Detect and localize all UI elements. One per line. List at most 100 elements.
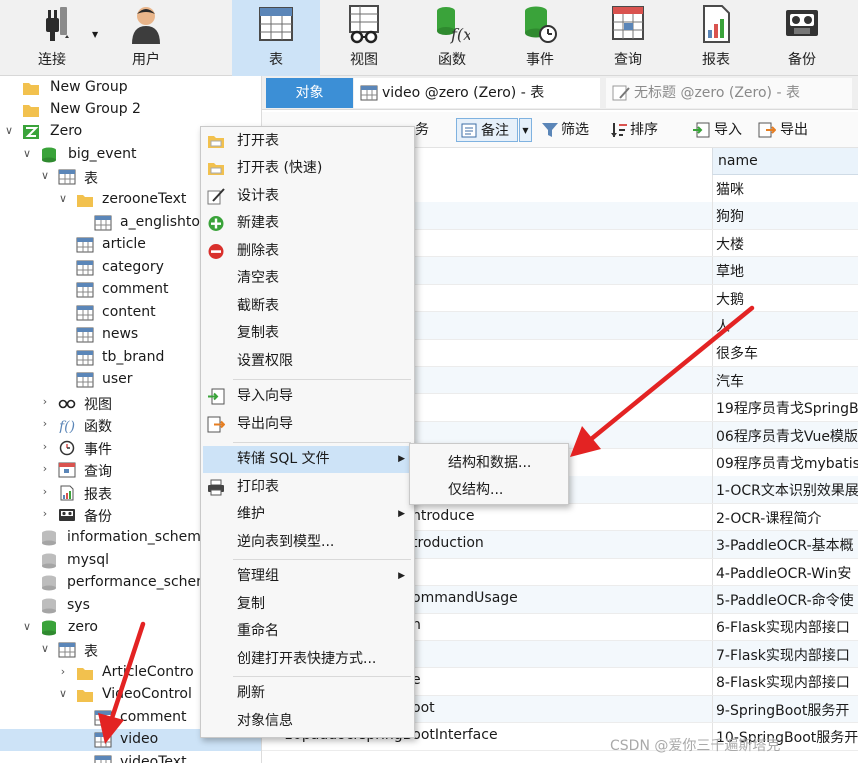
menu-item-permissions[interactable]: 设置权限	[203, 348, 413, 375]
tree-item-videotext[interactable]: videoText	[0, 752, 261, 763]
menu-item-export-wizard[interactable]: 导出向导	[203, 411, 413, 438]
menu-item-create-shortcut[interactable]: 创建打开表快捷方式...	[203, 646, 413, 673]
menu-item-import-wizard[interactable]: 导入向导	[203, 383, 413, 410]
chevron-down-icon[interactable]: ∨	[39, 169, 51, 183]
menu-item-manage-group[interactable]: 管理组 ▶	[203, 563, 413, 590]
table-cell-name[interactable]: 猫咪	[716, 179, 858, 199]
table-cell-name[interactable]: 7-Flask实现内部接口	[716, 645, 858, 665]
menu-item-design-table[interactable]: 设计表	[203, 183, 413, 210]
chevron-right-icon[interactable]: ›	[39, 395, 51, 409]
menu-item-refresh[interactable]: 刷新	[203, 680, 413, 707]
note-dropdown-icon[interactable]: ▼	[519, 118, 532, 142]
column-header-name[interactable]: name	[712, 148, 858, 175]
toolbar-report-button[interactable]: 报表	[672, 0, 760, 76]
chevron-right-icon[interactable]: ›	[39, 462, 51, 476]
sort-label: 排序	[630, 122, 658, 138]
chevron-down-icon[interactable]: ∨	[57, 192, 69, 206]
table-cell-name[interactable]: 2-OCR-课程简介	[716, 508, 858, 528]
toolbar-query-button[interactable]: 查询	[584, 0, 672, 76]
submenu-structure-and-data[interactable]: 结构和数据...	[448, 452, 531, 472]
menu-item-copy[interactable]: 复制	[203, 591, 413, 618]
menu-label: 导出向导	[237, 416, 293, 432]
menu-item-open-table[interactable]: 打开表	[203, 128, 413, 155]
menu-label: 重命名	[237, 623, 279, 639]
table-cell-name[interactable]: 8-Flask实现内部接口	[716, 672, 858, 692]
filter-button[interactable]: 筛选	[539, 118, 589, 142]
tree-item-label: information_schema	[67, 529, 210, 545]
connect-dropdown-icon[interactable]: ▼	[92, 30, 98, 39]
sort-button[interactable]: 排序	[608, 118, 658, 142]
user-icon	[132, 7, 160, 44]
chevron-right-icon[interactable]: ›	[39, 440, 51, 454]
submenu-structure-only[interactable]: 仅结构...	[448, 479, 503, 499]
table-cell-name[interactable]: 人	[716, 316, 858, 336]
chevron-down-icon[interactable]: ∨	[3, 124, 15, 138]
menu-item-new-table[interactable]: 新建表	[203, 210, 413, 237]
table-cell-name[interactable]: 3-PaddleOCR-基本概	[716, 535, 858, 555]
tree-item-new-group[interactable]: New Group	[0, 77, 261, 99]
table-cell-name[interactable]: 大楼	[716, 234, 858, 254]
chevron-down-icon[interactable]: ∨	[57, 687, 69, 701]
table-cell[interactable]: ommandUsage	[412, 590, 518, 606]
column-divider	[712, 229, 713, 257]
menu-item-truncate-table[interactable]: 截断表	[203, 293, 413, 320]
table-cell[interactable]: troduction	[412, 535, 484, 551]
sort-icon	[611, 123, 627, 137]
column-divider	[712, 613, 713, 640]
tab-objects[interactable]: 对象	[266, 78, 353, 108]
table-cell-name[interactable]: 草地	[716, 261, 858, 281]
menu-item-maintain[interactable]: 维护 ▶	[203, 501, 413, 528]
table-cell-name[interactable]: 汽车	[716, 371, 858, 391]
toolbar-event-button[interactable]: 事件	[496, 0, 584, 76]
plug-icon	[46, 7, 69, 41]
table-cell-name[interactable]: 5-PaddleOCR-命令使	[716, 590, 858, 610]
menu-item-reverse-model[interactable]: 逆向表到模型...	[203, 529, 413, 556]
table-cell-name[interactable]: 19程序员青戈SpringB	[716, 398, 858, 418]
table-cell[interactable]: oot	[412, 700, 435, 716]
menu-item-empty-table[interactable]: 清空表	[203, 265, 413, 292]
database-icon	[42, 147, 56, 163]
menu-item-delete-table[interactable]: 删除表	[203, 238, 413, 265]
menu-item-dump-sql[interactable]: 转储 SQL 文件 ▶	[203, 446, 413, 473]
chevron-down-icon[interactable]: ∨	[21, 620, 33, 634]
chevron-down-icon[interactable]: ∨	[39, 642, 51, 656]
chevron-right-icon[interactable]: ›	[39, 485, 51, 499]
table-cell-name[interactable]: 很多车	[716, 343, 858, 363]
toolbar-backup-button[interactable]: 备份	[760, 0, 844, 76]
table-cell-name[interactable]: 大鹅	[716, 289, 858, 309]
menu-item-object-info[interactable]: 对象信息	[203, 708, 413, 735]
table-cell-name[interactable]: 9-SpringBoot服务开	[716, 700, 858, 720]
transaction-button[interactable]: 务	[415, 118, 429, 142]
tree-item-label: content	[102, 304, 156, 320]
tree-item-new-group-2[interactable]: New Group 2	[0, 99, 261, 121]
table-cell-name[interactable]: 狗狗	[716, 206, 858, 226]
toolbar-table-button[interactable]: 表	[232, 0, 320, 76]
export-button[interactable]: 导出	[756, 118, 808, 142]
toolbar-user-button[interactable]: 用户	[108, 0, 184, 76]
menu-item-open-table-fast[interactable]: 打开表 (快速)	[203, 155, 413, 182]
toolbar-view-button[interactable]: 视图	[320, 0, 408, 76]
menu-separator	[233, 379, 411, 380]
chevron-right-icon[interactable]: ›	[39, 417, 51, 431]
column-divider	[712, 503, 713, 531]
table-cell-name[interactable]: 09程序员青戈mybatis	[716, 453, 858, 473]
tab-untitled[interactable]: 无标题 @zero (Zero) - 表	[606, 78, 852, 108]
toolbar-label: 函数	[438, 52, 466, 68]
tab-video[interactable]: video @zero (Zero) - 表	[354, 78, 600, 108]
table-cell-name[interactable]: 4-PaddleOCR-Win安	[716, 563, 858, 583]
import-button[interactable]: 导入	[690, 118, 742, 142]
chevron-right-icon[interactable]: ›	[39, 507, 51, 521]
table-cell-name[interactable]: 1-OCR文本识别效果展	[716, 480, 858, 500]
note-button[interactable]: 备注	[456, 118, 518, 142]
menu-item-print-table[interactable]: 打印表	[203, 474, 413, 501]
table-cell[interactable]: ntroduce	[412, 508, 474, 524]
table-cell-name[interactable]: 06程序员青戈Vue模版	[716, 426, 858, 446]
chevron-down-icon[interactable]: ∨	[21, 147, 33, 161]
toolbar-function-button[interactable]: f(x) 函数	[408, 0, 496, 76]
menu-item-rename[interactable]: 重命名	[203, 618, 413, 645]
toolbar-connect-button[interactable]: 连接	[14, 0, 90, 76]
chevron-right-icon[interactable]: ›	[57, 665, 69, 679]
column-divider	[712, 476, 713, 503]
table-cell-name[interactable]: 6-Flask实现内部接口	[716, 617, 858, 637]
menu-item-copy-table[interactable]: 复制表	[203, 320, 413, 347]
